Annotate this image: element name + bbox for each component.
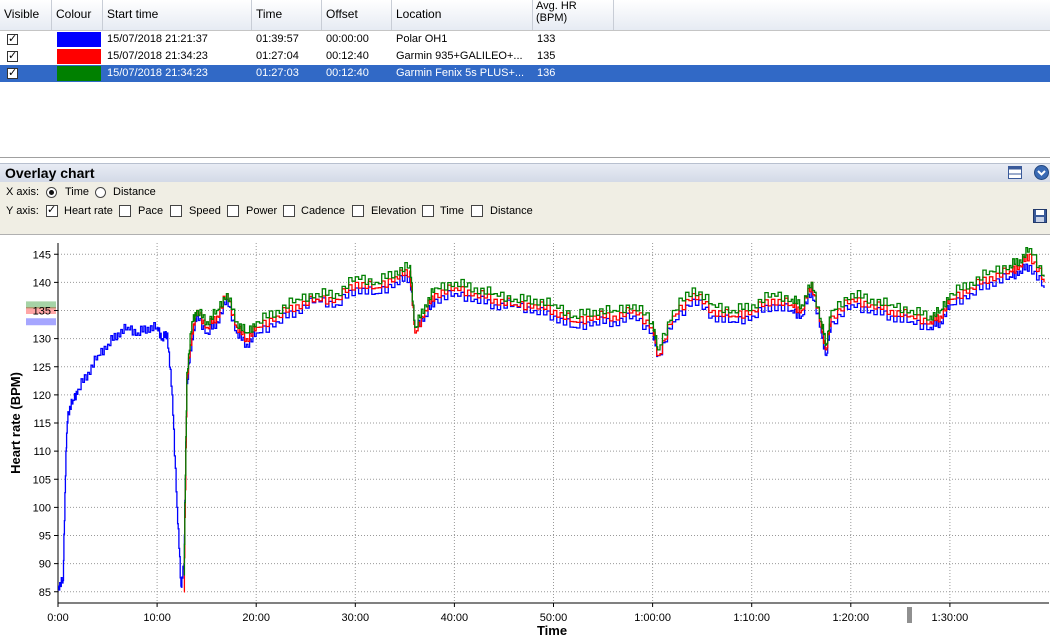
avg-hr-cell: 136 <box>537 67 556 79</box>
heart-rate-chart-svg: 85 90 95 100 105 110 115 120 125 130 135 140 145 0:00… <box>8 243 1049 638</box>
offset-cell: 00:00:00 <box>326 33 369 45</box>
x-tick-label: 10:00 <box>143 612 171 624</box>
y-axis-label: Y axis: <box>6 205 39 217</box>
layout-icon[interactable] <box>1008 166 1022 179</box>
y-tick-label: 115 <box>33 418 51 430</box>
y-option-label[interactable]: Speed <box>189 205 221 217</box>
y-tick-label: 105 <box>33 474 51 486</box>
y-tick-label: 100 <box>33 502 51 514</box>
colour-swatch[interactable] <box>57 66 101 81</box>
y-option-label[interactable]: Pace <box>138 205 163 217</box>
y-tick-label: 120 <box>33 390 51 402</box>
y-option-label[interactable]: Distance <box>490 205 533 217</box>
x-axis-time-label[interactable]: Time <box>65 186 89 198</box>
col-time[interactable]: Time <box>252 0 322 30</box>
x-tick-label: 20:00 <box>242 612 270 624</box>
overlay-chart-title: Overlay chart <box>5 165 95 181</box>
y-option-checkbox[interactable] <box>352 205 364 217</box>
series-line <box>183 246 1045 576</box>
col-offset[interactable]: Offset <box>322 0 392 30</box>
save-icon[interactable] <box>1033 209 1047 223</box>
y-tick-label: 145 <box>33 249 51 261</box>
y-tick-label: 85 <box>39 587 51 599</box>
y-option-checkbox[interactable] <box>170 205 182 217</box>
chevron-down-icon[interactable] <box>1034 165 1049 180</box>
col-location[interactable]: Location <box>392 0 533 30</box>
y-tick-label: 90 <box>39 559 51 571</box>
time-cell: 01:27:03 <box>256 67 299 79</box>
avg-marker <box>26 318 56 326</box>
start-time-cell: 15/07/2018 21:34:23 <box>107 50 208 62</box>
x-tick-label: 30:00 <box>342 612 370 624</box>
colour-swatch[interactable] <box>57 32 101 47</box>
col-avg-hr[interactable]: Avg. HR (BPM) <box>533 0 614 30</box>
y-option-label[interactable]: Time <box>440 205 464 217</box>
visible-checkbox[interactable] <box>7 49 18 62</box>
y-axis-title: Heart rate (BPM) <box>8 372 23 474</box>
x-tick-label: 1:00:00 <box>634 612 671 624</box>
x-axis-title: Time <box>537 623 567 636</box>
y-option-label[interactable]: Cadence <box>301 205 345 217</box>
y-option-label[interactable]: Power <box>246 205 277 217</box>
table-row[interactable]: 15/07/2018 21:34:23 01:27:03 00:12:40 Ga… <box>0 65 1050 82</box>
overlay-options: X axis: Time Distance Y axis: Heart rate… <box>0 182 1050 235</box>
offset-cell: 00:12:40 <box>326 67 369 79</box>
activity-grid: Visible Colour Start time Time Offset Lo… <box>0 0 1050 158</box>
scroll-marker <box>907 607 912 623</box>
y-option-label[interactable]: Heart rate <box>64 205 113 217</box>
colour-swatch[interactable] <box>57 49 101 64</box>
visible-checkbox[interactable] <box>7 66 18 79</box>
start-time-cell: 15/07/2018 21:34:23 <box>107 67 208 79</box>
x-tick-label: 1:10:00 <box>733 612 770 624</box>
offset-cell: 00:12:40 <box>326 50 369 62</box>
time-cell: 01:39:57 <box>256 33 299 45</box>
y-option-checkbox[interactable] <box>283 205 295 217</box>
x-axis-label: X axis: <box>6 186 40 198</box>
location-cell: Garmin 935+GALILEO+... <box>396 50 523 62</box>
series-line <box>58 263 1045 591</box>
y-option-checkbox[interactable] <box>46 203 58 217</box>
start-time-cell: 15/07/2018 21:21:37 <box>107 33 208 45</box>
x-tick-label: 1:20:00 <box>832 612 869 624</box>
x-axis-distance-label[interactable]: Distance <box>113 186 156 198</box>
table-row[interactable]: 15/07/2018 21:34:23 01:27:04 00:12:40 Ga… <box>0 48 1050 65</box>
location-cell: Polar OH1 <box>396 33 448 45</box>
avg-hr-cell: 133 <box>537 33 556 45</box>
location-cell: Garmin Fenix 5s PLUS+... <box>396 67 525 79</box>
y-option-checkbox[interactable] <box>422 205 434 217</box>
col-start-time[interactable]: Start time <box>103 0 252 30</box>
table-row[interactable]: 15/07/2018 21:21:37 01:39:57 00:00:00 Po… <box>0 31 1050 48</box>
x-axis-distance-radio[interactable] <box>95 187 106 198</box>
x-tick-label: 40:00 <box>441 612 469 624</box>
time-cell: 01:27:04 <box>256 50 299 62</box>
y-option-checkbox[interactable] <box>227 205 239 217</box>
x-axis-time-radio[interactable] <box>46 187 57 198</box>
y-tick-label: 140 <box>33 277 51 289</box>
x-tick-label: 0:00 <box>47 612 68 624</box>
grid-header: Visible Colour Start time Time Offset Lo… <box>0 0 1050 31</box>
col-visible[interactable]: Visible <box>0 0 52 30</box>
y-tick-label: 110 <box>33 446 51 458</box>
y-option-checkbox[interactable] <box>471 205 483 217</box>
y-tick-label: 125 <box>33 362 51 374</box>
avg-hr-cell: 135 <box>537 50 556 62</box>
y-option-label[interactable]: Elevation <box>371 205 416 217</box>
overlay-chart-header: Overlay chart <box>0 163 1050 183</box>
heart-rate-chart: 85 90 95 100 105 110 115 120 125 130 135 140 145 0:00… <box>0 235 1050 638</box>
col-colour[interactable]: Colour <box>52 0 103 30</box>
y-tick-label: 135 <box>33 306 51 318</box>
visible-checkbox[interactable] <box>7 32 18 45</box>
x-tick-label: 1:30:00 <box>932 612 969 624</box>
y-tick-label: 95 <box>39 531 51 543</box>
y-tick-label: 130 <box>33 334 51 346</box>
y-option-checkbox[interactable] <box>119 205 131 217</box>
